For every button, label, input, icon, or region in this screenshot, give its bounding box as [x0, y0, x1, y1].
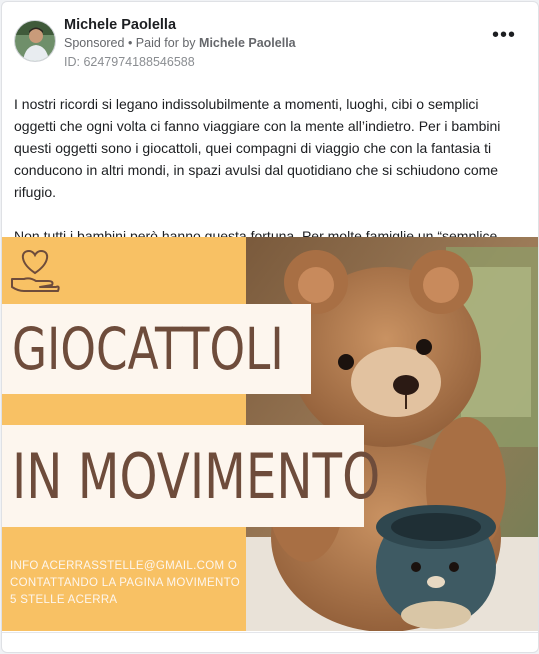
title-line-2: IN MOVIMENTO: [12, 439, 381, 513]
heart-hand-icon: [11, 249, 60, 292]
title-line-1: GIOCATTOLI: [12, 315, 284, 383]
contact-info-text: INFO ACERRASSTELLE@GMAIL.COM O CONTATTAN…: [10, 560, 240, 606]
ad-id: ID: 6247974188546588: [64, 55, 195, 69]
divider: [2, 632, 538, 633]
more-options-icon[interactable]: •••: [492, 25, 516, 45]
ad-creative-image[interactable]: GIOCATTOLI IN MOVIMENTO INFO ACERRASSTEL…: [2, 237, 538, 631]
sponsored-line: Sponsored • Paid for by Michele Paolella: [64, 36, 296, 50]
author-name[interactable]: Michele Paolella: [64, 17, 176, 33]
paid-for-name[interactable]: Michele Paolella: [199, 36, 296, 50]
post-paragraph-1: I nostri ricordi si legano indissolubilm…: [14, 96, 501, 200]
title-banner-line-2: IN MOVIMENTO: [2, 425, 380, 527]
ad-card: Michele Paolella Sponsored • Paid for by…: [1, 1, 539, 653]
title-banner-line-1: GIOCATTOLI: [2, 304, 311, 394]
post-body: I nostri ricordi si legano indissolubilm…: [14, 93, 519, 247]
sponsored-label: Sponsored: [64, 36, 125, 50]
paid-for-prefix: • Paid for by: [127, 36, 196, 50]
avatar[interactable]: [14, 20, 56, 62]
